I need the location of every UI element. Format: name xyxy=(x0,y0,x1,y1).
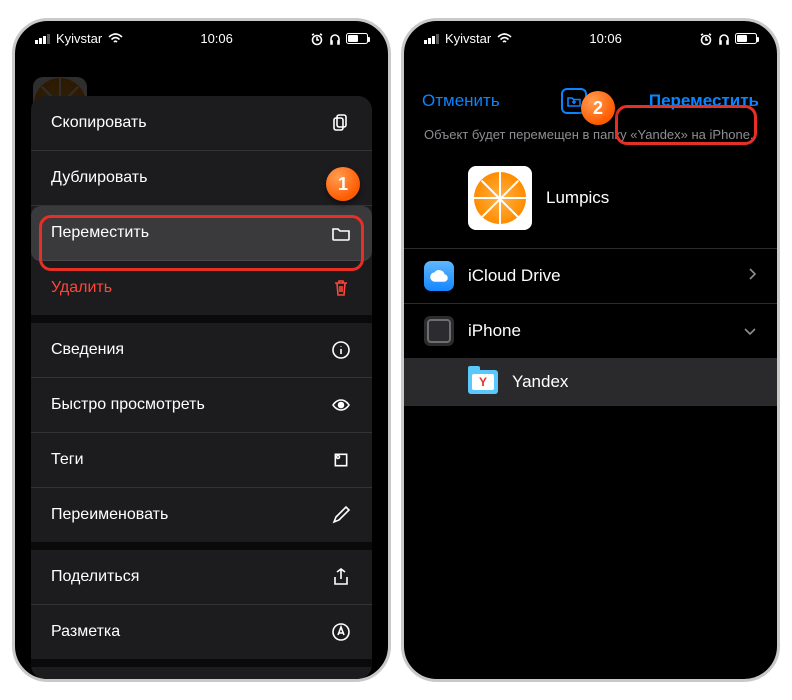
location-list: iCloud Drive iPhone Y Yandex xyxy=(404,248,777,406)
cancel-button[interactable]: Отменить xyxy=(422,91,500,111)
status-bar: Kyivstar 10:06 xyxy=(404,21,777,50)
phone-device-icon xyxy=(424,316,454,346)
clock: 10:06 xyxy=(589,31,622,46)
iphone-label: iPhone xyxy=(468,321,521,341)
headphones-icon xyxy=(717,32,731,46)
markup-label: Разметка xyxy=(51,623,120,641)
duplicate-label: Дублировать xyxy=(51,169,147,187)
info-item[interactable]: Сведения xyxy=(31,323,372,378)
eye-icon xyxy=(330,394,352,416)
item-preview: Lumpics xyxy=(404,156,777,246)
right-screenshot: Kyivstar 10:06 Отменить Переместить Объе… xyxy=(401,18,780,682)
location-iphone[interactable]: iPhone xyxy=(404,303,777,358)
share-item[interactable]: Поделиться xyxy=(31,550,372,605)
wifi-icon xyxy=(108,33,123,45)
marker-2: 2 xyxy=(581,91,615,125)
status-bar: Kyivstar 10:06 xyxy=(15,21,388,50)
markup-icon xyxy=(330,621,352,643)
copy-label: Скопировать xyxy=(51,114,147,132)
markup-item[interactable]: Разметка xyxy=(31,605,372,667)
alarm-icon xyxy=(310,32,324,46)
move-item[interactable]: Переместить xyxy=(31,206,372,261)
tags-label: Теги xyxy=(51,451,84,469)
tag-icon xyxy=(330,449,352,471)
delete-item[interactable]: Удалить xyxy=(31,261,372,323)
yandex-folder-icon: Y xyxy=(468,370,498,394)
chevron-down-icon xyxy=(743,321,757,341)
headphones-icon xyxy=(328,32,342,46)
yandex-label: Yandex xyxy=(512,372,568,392)
move-button[interactable]: Переместить xyxy=(649,91,759,111)
alarm-icon xyxy=(699,32,713,46)
icloud-label: iCloud Drive xyxy=(468,266,561,286)
folder-icon xyxy=(330,222,352,244)
destination-hint: Объект будет перемещен в папку «Yandex» … xyxy=(404,120,777,156)
signal-icon xyxy=(424,34,439,44)
trash-icon xyxy=(330,277,352,299)
share-label: Поделиться xyxy=(51,568,139,586)
share-icon xyxy=(330,566,352,588)
quicklook-item[interactable]: Быстро просмотреть xyxy=(31,378,372,433)
item-thumbnail xyxy=(468,166,532,230)
delete-label: Удалить xyxy=(51,279,112,297)
battery-icon xyxy=(735,33,757,44)
marker-1: 1 xyxy=(326,167,360,201)
battery-icon xyxy=(346,33,368,44)
rename-label: Переименовать xyxy=(51,506,168,524)
cloud-icon xyxy=(424,261,454,291)
item-name: Lumpics xyxy=(546,188,609,208)
carrier-label: Kyivstar xyxy=(56,31,102,46)
pencil-icon xyxy=(330,504,352,526)
chevron-right-icon xyxy=(747,266,757,286)
wifi-icon xyxy=(497,33,512,45)
carrier-label: Kyivstar xyxy=(445,31,491,46)
duplicate-item[interactable]: Дублировать xyxy=(31,151,372,206)
context-menu: Скопировать Дублировать Переместить Удал… xyxy=(31,96,372,679)
info-label: Сведения xyxy=(51,341,124,359)
signal-icon xyxy=(35,34,50,44)
copy-item[interactable]: Скопировать xyxy=(31,96,372,151)
copy-icon xyxy=(330,112,352,134)
quicklook-label: Быстро просмотреть xyxy=(51,396,205,414)
move-label: Переместить xyxy=(51,224,149,242)
left-screenshot: Kyivstar 10:06 Скопировать Дублировать xyxy=(12,18,391,682)
tags-item[interactable]: Теги xyxy=(31,433,372,488)
location-icloud[interactable]: iCloud Drive xyxy=(404,248,777,303)
clock: 10:06 xyxy=(200,31,233,46)
rename-item[interactable]: Переименовать xyxy=(31,488,372,550)
location-yandex[interactable]: Y Yandex xyxy=(404,358,777,406)
info-icon xyxy=(330,339,352,361)
compress-item[interactable]: Сжать xyxy=(31,667,372,679)
